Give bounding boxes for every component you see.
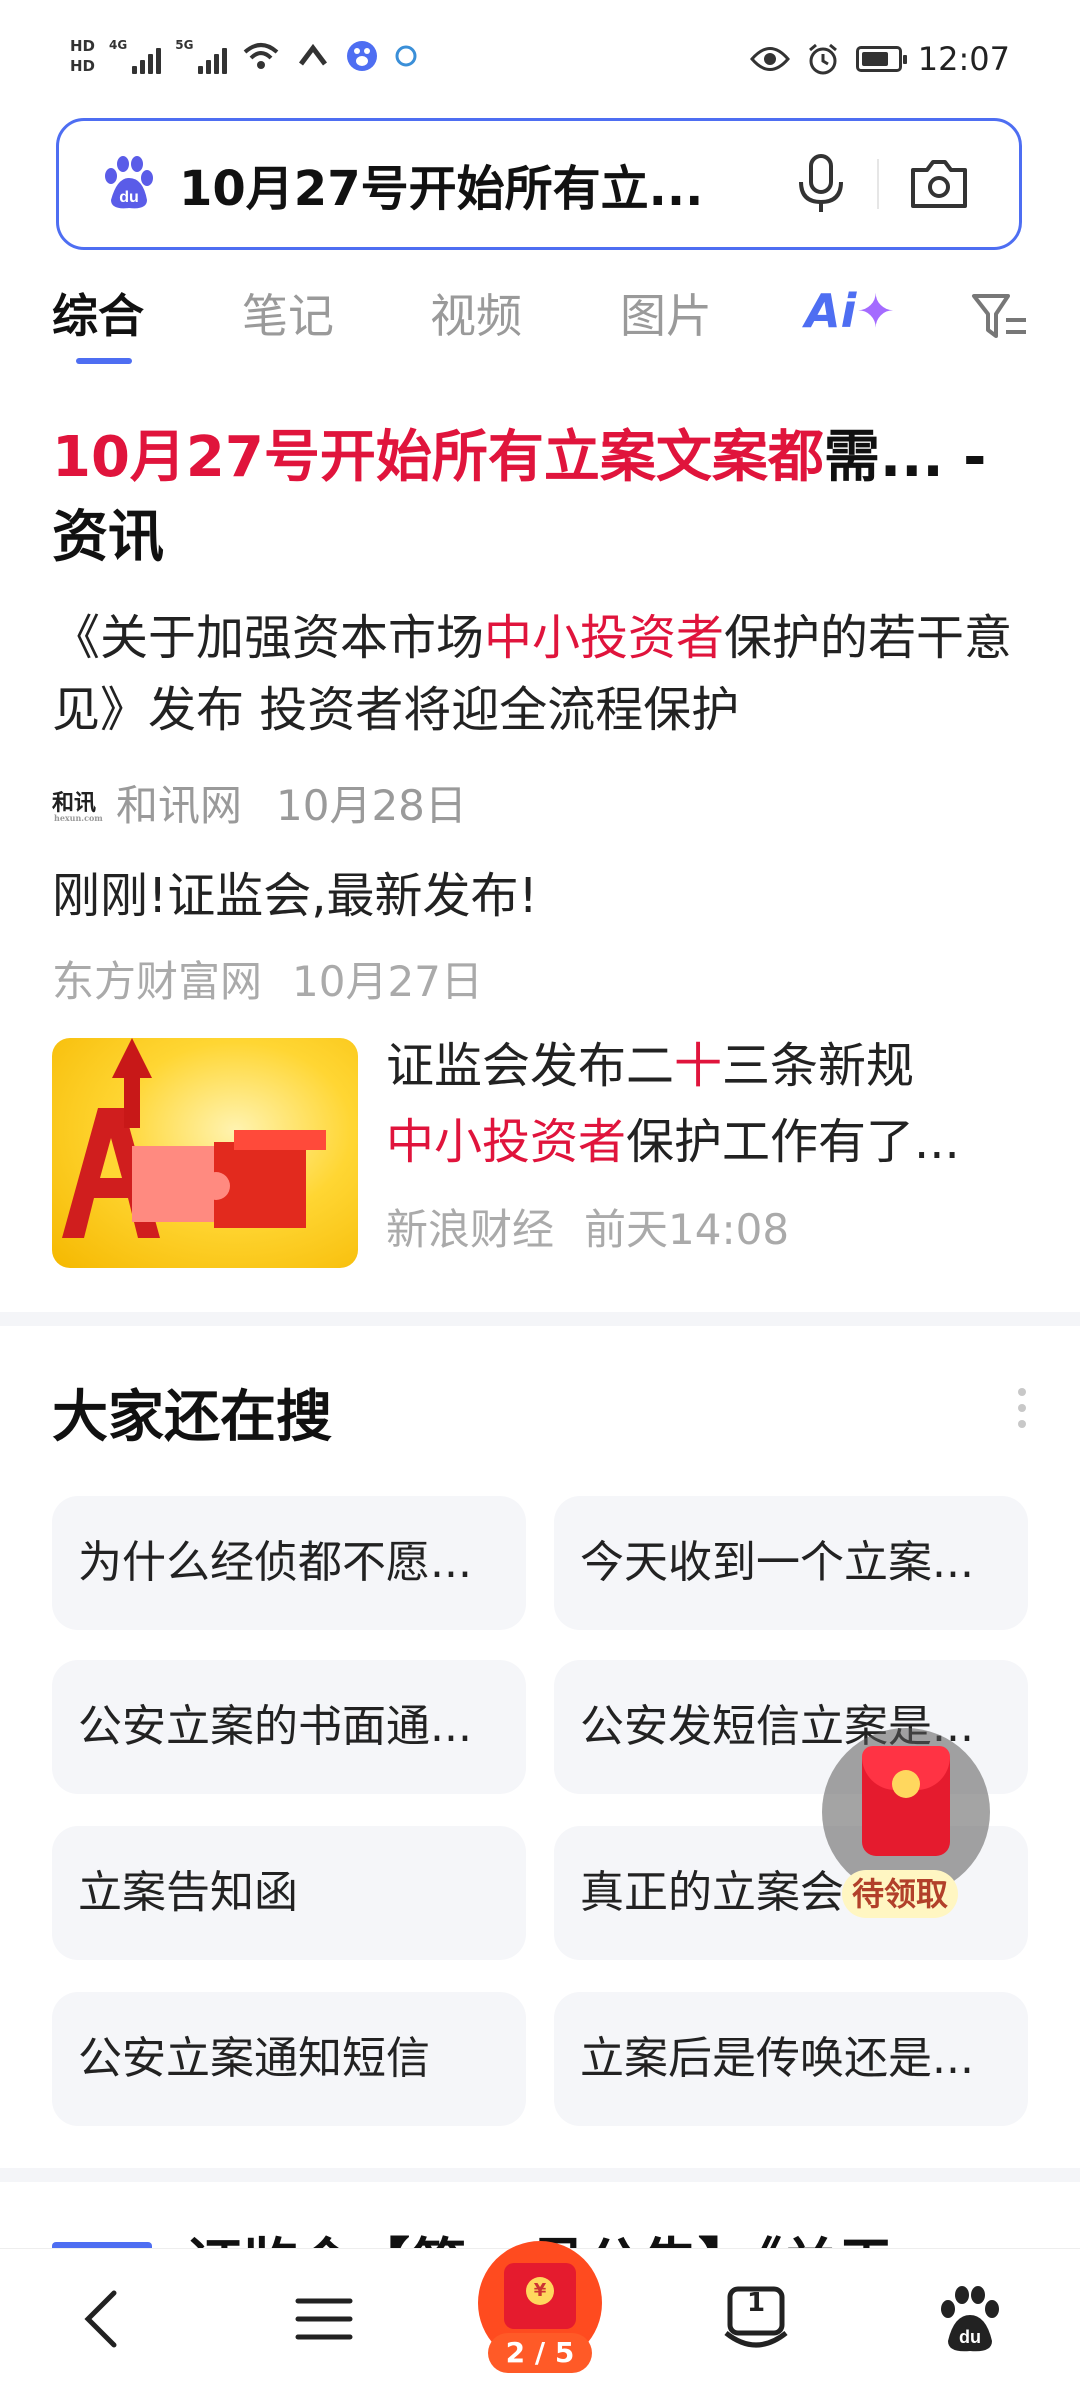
alarm-icon: [808, 43, 837, 75]
news3-post: 保护工作有了...: [626, 1114, 960, 1170]
news3-source-name: 新浪财经: [386, 1205, 555, 1254]
menu-icon[interactable]: [284, 2279, 364, 2359]
news3-mid: 三条新规: [722, 1038, 915, 1094]
chat-notify-icon: [395, 45, 417, 67]
clock: 12:07: [917, 40, 1010, 78]
tab-all[interactable]: 综合: [52, 280, 144, 346]
battery-icon: [855, 46, 907, 72]
related-search-chip[interactable]: 为什么经侦都不愿...: [52, 1496, 526, 1630]
tab-notes[interactable]: 笔记: [242, 280, 334, 346]
news3-line2: 中小投资者保护工作有了...: [386, 1104, 1026, 1180]
source-date: 10月28日: [276, 781, 467, 830]
next-result-peek[interactable]: 证监会【第...号公告】《关于...: [0, 2180, 1080, 2250]
svg-text:du: du: [959, 2327, 981, 2347]
summary-pre: 《关于加强资本市场: [52, 610, 485, 666]
hexun-logo: 和讯 hexun.com: [52, 781, 104, 825]
related-search-chip[interactable]: 立案后是传唤还是...: [554, 1992, 1028, 2126]
filter-icon[interactable]: [970, 290, 1030, 346]
red-packet-icon: [862, 1746, 950, 1856]
news3-pre: 证监会发布二: [386, 1038, 675, 1094]
news-item-3-title[interactable]: 证监会发布二十三条新规 中小投资者保护工作有了...: [386, 1028, 1026, 1180]
category-tabs: 综合 笔记 视频 图片 Ai✦: [0, 270, 1080, 370]
back-icon[interactable]: [64, 2279, 144, 2359]
source-name: 和讯网: [116, 781, 243, 830]
search-input[interactable]: 10月27号开始所有立...: [179, 149, 739, 219]
task-progress-badge: 2 / 5: [488, 2333, 592, 2373]
also-searched-title: 大家还在搜: [52, 1385, 332, 1450]
news-item-source: 东方财富网 10月27日: [52, 948, 483, 1009]
hd-indicator: HD HD: [70, 36, 95, 76]
tab-ai[interactable]: Ai✦: [805, 284, 895, 338]
eye-icon: [749, 47, 790, 71]
hexun-logo-sub: hexun.com: [54, 812, 103, 823]
related-search-chip[interactable]: 立案告知函: [52, 1826, 526, 1960]
battery-fill: [861, 52, 888, 66]
camera-icon[interactable]: [907, 156, 971, 212]
red-envelope-icon: ¥: [504, 2263, 576, 2329]
red-packet-label: 待领取: [842, 1870, 959, 1918]
red-packet-task-button[interactable]: ¥ 2 / 5: [478, 2241, 602, 2373]
search-bar[interactable]: du 10月27号开始所有立...: [56, 118, 1022, 250]
microphone-icon[interactable]: [793, 152, 849, 216]
nfc-icon: [299, 43, 328, 66]
news-item-3-source: 新浪财经 前天14:08: [386, 1196, 789, 1257]
tabs-button[interactable]: 1: [716, 2279, 796, 2359]
hd1-label: HD: [70, 37, 96, 55]
tab-ai-label: Ai: [805, 284, 857, 338]
related-search-chip[interactable]: 今天收到一个立案...: [554, 1496, 1028, 1630]
related-search-chip[interactable]: 公安立案的书面通...: [52, 1660, 526, 1794]
baidu-home-icon[interactable]: du: [930, 2279, 1010, 2359]
status-bar: HD HD 4G 5G 12:07: [0, 0, 1080, 120]
status-left: HD HD 4G 5G: [70, 36, 419, 76]
status-right: 12:07: [749, 40, 1010, 78]
svg-text:du: du: [119, 189, 139, 206]
tab-images[interactable]: 图片: [620, 280, 712, 346]
wifi-icon: [244, 43, 279, 69]
signal-2-icon: 5G: [175, 38, 228, 74]
news-thumbnail[interactable]: [52, 1038, 358, 1268]
news3-date: 前天14:08: [584, 1205, 790, 1254]
related-search-chip[interactable]: 公安立案通知短信: [52, 1992, 526, 2126]
net2-label: 5G: [175, 38, 194, 52]
signal-icon: 4G: [109, 38, 162, 74]
net1-label: 4G: [109, 38, 128, 52]
result-summary[interactable]: 《关于加强资本市场中小投资者保护的若干意见》发布 投资者将迎全流程保护: [52, 602, 1042, 746]
sparkle-icon: ✦: [856, 284, 895, 338]
news2-date: 10月27日: [292, 957, 483, 1006]
coin-icon: ¥: [526, 2277, 554, 2305]
baidu-notify-icon: [347, 41, 378, 71]
hd2-label: HD: [70, 57, 96, 75]
summary-highlight: 中小投资者: [484, 610, 725, 666]
tab-videos[interactable]: 视频: [430, 280, 522, 346]
news2-source-name: 东方财富网: [52, 957, 263, 1006]
news3-hl2: 中小投资者: [386, 1114, 627, 1170]
section-divider: [0, 1312, 1080, 1326]
result-title-line2: 资讯: [52, 505, 164, 570]
result-title-rest: 需... -: [823, 425, 987, 490]
result-title-highlight: 10月27号开始所有立案文案都: [52, 425, 824, 490]
search-separator: [877, 159, 879, 209]
baidu-paw-icon: du: [105, 156, 153, 209]
bottom-nav: ¥ 2 / 5 1 du: [0, 2241, 1080, 2388]
news-thumbnail-image: [62, 1038, 326, 1238]
result-source: 和讯 hexun.com 和讯网 10月28日: [52, 772, 467, 833]
more-options-icon[interactable]: [1016, 1388, 1028, 1434]
result-title-link[interactable]: 10月27号开始所有立案文案都需... - 资讯: [52, 418, 1032, 578]
floating-red-packet-button[interactable]: 待领取: [822, 1728, 990, 1918]
tabs-count: 1: [746, 2288, 766, 2318]
active-tab-indicator: [76, 358, 132, 364]
news3-hl1: 十: [674, 1038, 723, 1094]
news-item-title[interactable]: 刚刚!证监会,最新发布!: [52, 856, 538, 926]
